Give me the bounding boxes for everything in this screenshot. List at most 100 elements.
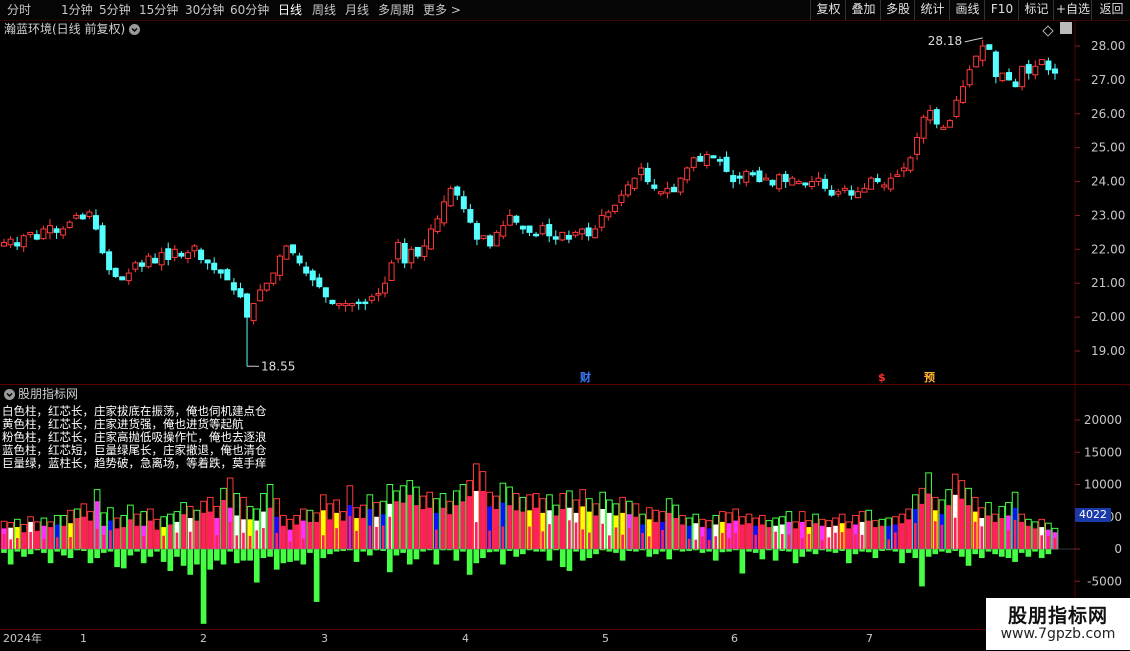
candle-body	[835, 191, 842, 195]
indicator-core-bar	[461, 527, 465, 549]
candle-body	[500, 225, 507, 237]
indicator-core-bar	[335, 528, 338, 549]
indicator-core-bar	[168, 538, 172, 549]
candle-body	[283, 245, 290, 260]
candle-body	[408, 248, 415, 264]
indicator-core-bar	[395, 521, 398, 549]
candle-body	[119, 276, 126, 281]
indicator-green-bar	[1045, 549, 1052, 555]
indicator-green-bar	[14, 549, 21, 552]
indicator-green-bar	[360, 549, 367, 552]
candle-body	[1052, 68, 1058, 74]
y-tick-label: 25.00	[1091, 141, 1125, 155]
indicator-core-bar	[568, 520, 571, 549]
dividend-marker[interactable]: $	[878, 371, 886, 384]
indicator-core-bar	[747, 536, 751, 549]
indicator-core-bar	[95, 528, 99, 549]
indicator-core-bar	[75, 533, 79, 549]
forecast-marker[interactable]: 预	[924, 371, 935, 384]
indicator-core-bar	[1007, 530, 1010, 549]
candle-body	[244, 293, 251, 318]
period-tab-fenshi[interactable]: 分时	[7, 2, 31, 18]
candle-body	[822, 178, 829, 189]
statistics-button[interactable]: 统计	[914, 0, 950, 20]
candle-body	[1006, 72, 1013, 81]
candle-body	[914, 137, 921, 155]
indicator-green-bar	[759, 549, 766, 560]
indicator-core-bar	[647, 536, 651, 549]
add-watchlist-button[interactable]: +自选	[1053, 0, 1092, 20]
back-button[interactable]: 返回	[1091, 0, 1130, 20]
candle-body	[493, 231, 500, 247]
indicator-green-bar	[812, 549, 819, 555]
indicator-green-bar	[985, 549, 992, 552]
indicator-green-bar	[120, 549, 127, 569]
candle-body	[473, 223, 480, 240]
period-tab-weekly[interactable]: 周线	[312, 2, 336, 18]
mark-button[interactable]: 标记	[1018, 0, 1054, 20]
earnings-marker[interactable]: 财	[580, 371, 591, 384]
period-tab-15min[interactable]: 15分钟	[139, 2, 178, 18]
indicator-green-bar	[7, 549, 14, 565]
low-price-label: 18.55	[261, 359, 295, 373]
indicator-green-bar	[546, 549, 553, 561]
candle-body	[776, 174, 783, 190]
candle-body	[230, 282, 237, 291]
candle-body	[92, 215, 99, 230]
indicator-green-bar	[293, 549, 300, 561]
candle-body	[605, 211, 612, 218]
indicator-green-bar	[513, 549, 520, 557]
indicator-core-bar	[627, 527, 631, 549]
adjust-button[interactable]: 复权	[810, 0, 846, 20]
draw-line-button[interactable]: 画线	[949, 0, 985, 20]
indicator-green-bar	[932, 549, 939, 555]
indicator-core-bar	[455, 531, 458, 549]
candle-body	[7, 238, 14, 246]
candle-body	[211, 262, 218, 271]
indicator-green-bar	[965, 549, 972, 566]
indicator-green-bar	[393, 549, 400, 556]
period-tab-60min[interactable]: 60分钟	[230, 2, 269, 18]
overlay-button[interactable]: 叠加	[845, 0, 881, 20]
indicator-core-bar	[328, 528, 332, 549]
indicator-core-bar	[854, 534, 857, 549]
candle-body	[1019, 65, 1026, 88]
x-axis-label-jan: 1	[80, 632, 87, 645]
multi-stock-button[interactable]: 多股	[880, 0, 915, 20]
candle-body	[125, 272, 132, 282]
indicator-core-bar	[727, 538, 731, 549]
period-tab-multi[interactable]: 多周期	[378, 2, 414, 18]
indicator-core-bar	[208, 531, 212, 549]
period-tab-30min[interactable]: 30分钟	[185, 2, 224, 18]
candle-body	[73, 214, 80, 219]
period-tab-5min[interactable]: 5分钟	[99, 2, 131, 18]
indicator-core-bar	[574, 522, 578, 549]
candle-body	[644, 167, 651, 183]
indicator-core-bar	[621, 534, 624, 549]
candle-body	[565, 234, 572, 240]
indicator-green-bar	[500, 549, 506, 565]
indicator-core-bar	[953, 517, 957, 549]
candle-body	[191, 245, 198, 252]
candle-body	[782, 174, 789, 183]
f10-button[interactable]: F10	[984, 0, 1019, 20]
period-tab-1min[interactable]: 1分钟	[61, 2, 93, 18]
candle-body	[316, 277, 323, 288]
period-tab-more[interactable]: 更多 >	[423, 2, 461, 18]
indicator-core-bar	[268, 519, 272, 549]
period-tab-monthly[interactable]: 月线	[345, 2, 369, 18]
indicator-core-bar	[375, 526, 378, 549]
candle-body	[1045, 60, 1052, 71]
period-tab-daily[interactable]: 日线	[278, 2, 302, 18]
indicator-green-bar	[240, 549, 247, 561]
candle-body	[178, 252, 185, 257]
candle-body	[270, 272, 277, 284]
indicator-green-bar	[340, 549, 347, 551]
indicator-core-bar	[295, 538, 299, 549]
indicator-green-bar	[307, 549, 313, 553]
candle-body	[730, 175, 737, 183]
candle-body	[217, 269, 224, 274]
candle-body	[992, 51, 999, 77]
indicator-green-bar	[27, 549, 34, 555]
candle-body	[106, 251, 113, 271]
